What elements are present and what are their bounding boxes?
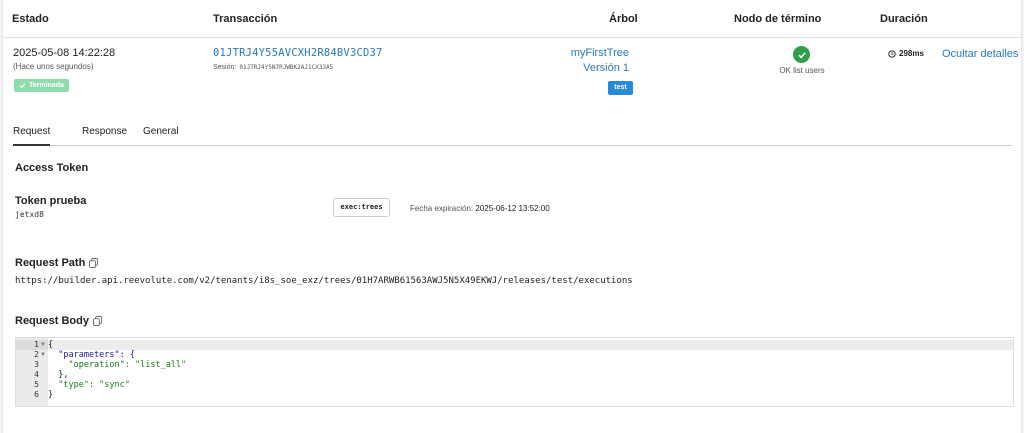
header-estado: Estado: [12, 13, 49, 25]
tab-response[interactable]: Response: [82, 126, 127, 137]
request-path-title: Request Path: [15, 257, 99, 269]
fold-arrow-icon[interactable]: ▼: [40, 352, 46, 358]
execution-date: 2025-05-08 14:22:28: [13, 47, 116, 59]
detail-tabs: Request Response General: [13, 118, 1012, 146]
session-id: 01JTRJ4Y5N7RJWBK2AJ1CX33A5: [239, 64, 334, 71]
transaction-id-link[interactable]: 01JTRJ4Y55AVCXH2R84BV3CD37: [213, 47, 383, 59]
session-label: Sesión:: [213, 64, 237, 71]
line-number: 6: [34, 390, 39, 399]
access-token-title: Access Token: [15, 162, 88, 174]
line-number: 5: [34, 380, 39, 389]
header-transaccion: Transacción: [213, 13, 278, 25]
header-duracion: Duración: [880, 13, 928, 25]
request-body-editor[interactable]: 1 2 3 4 5 6 ▼ ▼ { "parameters": { "opera…: [15, 337, 1014, 407]
check-icon: [19, 83, 26, 89]
clock-icon: [888, 49, 896, 58]
execution-relative-time: (Hace unos segundos): [13, 62, 94, 71]
fold-arrow-icon[interactable]: ▼: [40, 342, 46, 348]
duration: 298ms: [888, 49, 924, 58]
token-expiry: Fecha expiración: 2025-06-12 13:52:00: [410, 204, 550, 213]
header-arbol: Árbol: [609, 13, 638, 25]
line-number: 2: [34, 350, 39, 359]
line-number: 3: [34, 360, 39, 369]
code-line: "operation": "list_all": [48, 360, 187, 370]
status-badge: Terminada: [14, 79, 69, 92]
token-name: Token prueba: [15, 195, 87, 207]
tree-version-link[interactable]: Versión 1: [583, 62, 629, 74]
request-body-title: Request Body: [15, 315, 102, 327]
success-check-icon: [793, 46, 810, 63]
request-body-title-text: Request Body: [15, 315, 89, 327]
token-scope-chip: exec:trees: [333, 198, 390, 217]
execution-detail-panel: Estado Transacción Árbol Nodo de término…: [2, 0, 1023, 433]
copy-icon[interactable]: [93, 316, 102, 326]
copy-icon[interactable]: [89, 258, 99, 268]
access-token-title-text: Access Token: [15, 162, 89, 174]
duration-value: 298ms: [899, 49, 924, 58]
tab-general[interactable]: General: [143, 126, 179, 137]
code-line: "parameters": {: [48, 350, 135, 360]
code-line: },: [48, 370, 69, 380]
code-line: }: [48, 390, 54, 400]
expiry-value: 2025-06-12 13:52:00: [475, 204, 550, 213]
table-header: Estado Transacción Árbol Nodo de término…: [3, 0, 1023, 38]
expiry-label: Fecha expiración:: [410, 204, 474, 213]
end-node-label: OK list users: [779, 66, 825, 75]
tab-request[interactable]: Request: [13, 126, 51, 146]
request-path-title-text: Request Path: [15, 257, 86, 269]
code-line: {: [48, 340, 54, 350]
token-value: jetxd8: [15, 210, 44, 219]
environment-badge: test: [608, 81, 633, 95]
session-info: Sesión: 01JTRJ4Y5N7RJWBK2AJ1CX33A5: [213, 64, 333, 71]
active-line-highlight: [16, 340, 1013, 350]
status-label: Terminada: [29, 82, 64, 89]
line-number: 1: [34, 340, 39, 349]
header-nodo-termino: Nodo de término: [734, 13, 822, 25]
line-number: 4: [34, 370, 39, 379]
code-line: "type": "sync": [48, 380, 130, 390]
tree-name-link[interactable]: myFirstTree: [571, 47, 629, 59]
hide-details-link[interactable]: Ocultar detalles: [942, 48, 1018, 60]
request-path-value: https://builder.api.reevolute.com/v2/ten…: [15, 276, 633, 286]
